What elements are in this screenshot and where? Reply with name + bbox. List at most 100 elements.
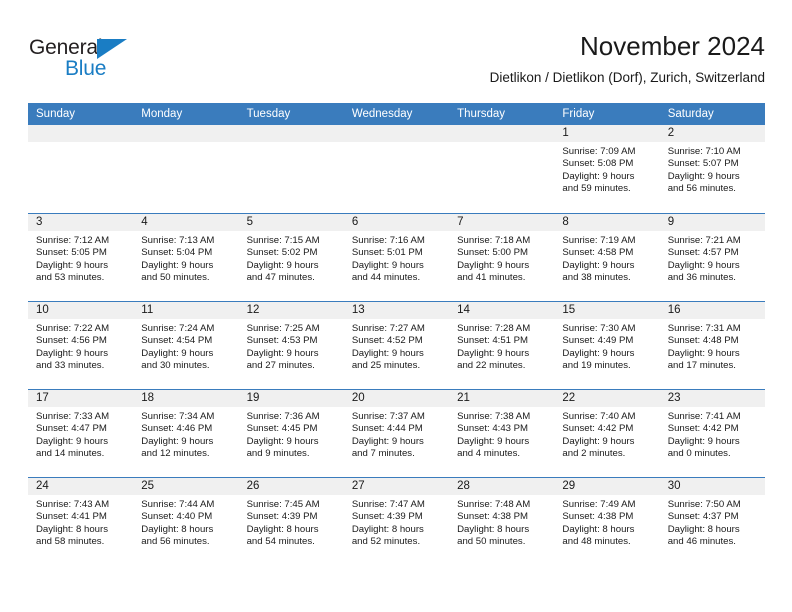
daylight-text-line2: and 19 minutes.	[562, 360, 631, 372]
day-cell: 26 Sunrise: 7:45 AM Sunset: 4:39 PM Dayl…	[238, 478, 344, 565]
daylight-text-line2: and 27 minutes.	[246, 360, 315, 372]
day-info: Sunrise: 7:48 AM Sunset: 4:38 PM Dayligh…	[449, 495, 554, 549]
daylight-text-line1: Daylight: 9 hours	[141, 259, 214, 271]
day-cell: 2 Sunrise: 7:10 AM Sunset: 5:07 PM Dayli…	[659, 125, 765, 213]
sunrise-text: Sunrise: 7:10 AM	[667, 146, 741, 157]
weekday-header-saturday: Saturday	[667, 108, 714, 120]
sunrise-text: Sunrise: 7:47 AM	[351, 499, 425, 510]
day-info: Sunrise: 7:31 AM Sunset: 4:48 PM Dayligh…	[660, 319, 765, 373]
sunset-text: Sunset: 5:08 PM	[562, 158, 634, 170]
day-number	[449, 125, 555, 142]
sunrise-text: Sunrise: 7:34 AM	[141, 411, 215, 422]
day-cell: 29 Sunrise: 7:49 AM Sunset: 4:38 PM Dayl…	[554, 478, 660, 565]
week-row: 17 Sunrise: 7:33 AM Sunset: 4:47 PM Dayl…	[28, 389, 765, 477]
daylight-text-line2: and 46 minutes.	[667, 536, 736, 548]
daylight-text-line1: Daylight: 8 hours	[667, 523, 740, 535]
day-cell: 12 Sunrise: 7:25 AM Sunset: 4:53 PM Dayl…	[238, 302, 344, 389]
day-info: Sunrise: 7:22 AM Sunset: 4:56 PM Dayligh…	[28, 319, 133, 373]
day-number: 1	[554, 125, 660, 142]
day-cell	[449, 125, 555, 213]
daylight-text-line2: and 59 minutes.	[562, 183, 631, 195]
day-info: Sunrise: 7:43 AM Sunset: 4:41 PM Dayligh…	[28, 495, 133, 549]
weekday-header-monday: Monday	[141, 108, 183, 120]
day-number: 19	[238, 390, 344, 407]
day-number: 3	[28, 214, 134, 231]
day-info	[28, 142, 133, 146]
day-info: Sunrise: 7:49 AM Sunset: 4:38 PM Dayligh…	[554, 495, 659, 549]
day-info: Sunrise: 7:15 AM Sunset: 5:02 PM Dayligh…	[239, 231, 344, 285]
daylight-text-line2: and 12 minutes.	[141, 448, 210, 460]
sunset-text: Sunset: 4:45 PM	[246, 423, 318, 435]
day-info: Sunrise: 7:33 AM Sunset: 4:47 PM Dayligh…	[28, 407, 133, 461]
daylight-text-line1: Daylight: 9 hours	[562, 259, 635, 271]
daylight-text-line2: and 36 minutes.	[667, 272, 736, 284]
day-cell: 17 Sunrise: 7:33 AM Sunset: 4:47 PM Dayl…	[28, 390, 134, 477]
day-info	[344, 142, 449, 146]
daylight-text-line1: Daylight: 9 hours	[457, 259, 530, 271]
day-cell: 27 Sunrise: 7:47 AM Sunset: 4:39 PM Dayl…	[343, 478, 450, 565]
sunset-text: Sunset: 5:01 PM	[351, 247, 423, 259]
daylight-text-line2: and 52 minutes.	[351, 536, 421, 548]
day-info: Sunrise: 7:25 AM Sunset: 4:53 PM Dayligh…	[239, 319, 344, 373]
sunrise-text: Sunrise: 7:37 AM	[351, 411, 425, 422]
sunset-text: Sunset: 4:46 PM	[141, 423, 213, 435]
day-cell: 18 Sunrise: 7:34 AM Sunset: 4:46 PM Dayl…	[133, 390, 239, 477]
daylight-text-line1: Daylight: 9 hours	[667, 170, 740, 182]
day-cell: 20 Sunrise: 7:37 AM Sunset: 4:44 PM Dayl…	[343, 390, 450, 477]
day-info: Sunrise: 7:09 AM Sunset: 5:08 PM Dayligh…	[554, 142, 659, 196]
sunrise-text: Sunrise: 7:18 AM	[457, 235, 531, 246]
week-row: 3 Sunrise: 7:12 AM Sunset: 5:05 PM Dayli…	[28, 213, 765, 301]
day-info	[449, 142, 554, 146]
daylight-text-line1: Daylight: 9 hours	[667, 259, 740, 271]
day-info	[239, 142, 344, 146]
sunrise-text: Sunrise: 7:45 AM	[246, 499, 320, 510]
day-info: Sunrise: 7:37 AM Sunset: 4:44 PM Dayligh…	[344, 407, 449, 461]
day-info: Sunrise: 7:34 AM Sunset: 4:46 PM Dayligh…	[133, 407, 238, 461]
daylight-text-line2: and 17 minutes.	[667, 360, 736, 372]
day-info: Sunrise: 7:41 AM Sunset: 4:42 PM Dayligh…	[660, 407, 765, 461]
day-cell: 1 Sunrise: 7:09 AM Sunset: 5:08 PM Dayli…	[554, 125, 660, 213]
weekday-header-sunday: Sunday	[36, 108, 76, 120]
day-cell: 4 Sunrise: 7:13 AM Sunset: 5:04 PM Dayli…	[133, 214, 239, 301]
sunrise-text: Sunrise: 7:48 AM	[457, 499, 531, 510]
day-number: 17	[28, 390, 134, 407]
day-number: 14	[449, 302, 555, 319]
daylight-text-line2: and 33 minutes.	[36, 360, 105, 372]
daylight-text-line2: and 0 minutes.	[667, 448, 731, 460]
day-cell: 23 Sunrise: 7:41 AM Sunset: 4:42 PM Dayl…	[659, 390, 765, 477]
day-cell: 7 Sunrise: 7:18 AM Sunset: 5:00 PM Dayli…	[449, 214, 555, 301]
day-info: Sunrise: 7:12 AM Sunset: 5:05 PM Dayligh…	[28, 231, 133, 285]
sunset-text: Sunset: 4:42 PM	[667, 423, 739, 435]
sunset-text: Sunset: 4:44 PM	[351, 423, 423, 435]
day-number: 7	[449, 214, 555, 231]
sunrise-text: Sunrise: 7:25 AM	[246, 323, 320, 334]
day-number: 20	[343, 390, 450, 407]
sunrise-text: Sunrise: 7:33 AM	[36, 411, 110, 422]
daylight-text-line2: and 44 minutes.	[351, 272, 421, 284]
day-number: 21	[449, 390, 555, 407]
daylight-text-line1: Daylight: 9 hours	[246, 347, 319, 359]
daylight-text-line2: and 50 minutes.	[457, 536, 526, 548]
day-cell: 22 Sunrise: 7:40 AM Sunset: 4:42 PM Dayl…	[554, 390, 660, 477]
sunset-text: Sunset: 5:05 PM	[36, 247, 107, 259]
sunset-text: Sunset: 4:38 PM	[562, 511, 634, 523]
day-number: 25	[133, 478, 239, 495]
day-number: 4	[133, 214, 239, 231]
day-info: Sunrise: 7:44 AM Sunset: 4:40 PM Dayligh…	[133, 495, 238, 549]
daylight-text-line1: Daylight: 9 hours	[246, 435, 319, 447]
sunrise-text: Sunrise: 7:43 AM	[36, 499, 110, 510]
sunrise-text: Sunrise: 7:36 AM	[246, 411, 320, 422]
day-number: 18	[133, 390, 239, 407]
sunset-text: Sunset: 4:58 PM	[562, 247, 634, 259]
sunset-text: Sunset: 4:38 PM	[457, 511, 529, 523]
day-number: 6	[343, 214, 450, 231]
day-info: Sunrise: 7:10 AM Sunset: 5:07 PM Dayligh…	[660, 142, 765, 196]
daylight-text-line2: and 53 minutes.	[36, 272, 105, 284]
daylight-text-line1: Daylight: 9 hours	[562, 435, 635, 447]
daylight-text-line1: Daylight: 9 hours	[36, 347, 108, 359]
day-cell	[133, 125, 239, 213]
day-number: 28	[449, 478, 555, 495]
sunrise-text: Sunrise: 7:24 AM	[141, 323, 215, 334]
weekday-header-wednesday: Wednesday	[351, 108, 413, 120]
day-info: Sunrise: 7:28 AM Sunset: 4:51 PM Dayligh…	[449, 319, 554, 373]
